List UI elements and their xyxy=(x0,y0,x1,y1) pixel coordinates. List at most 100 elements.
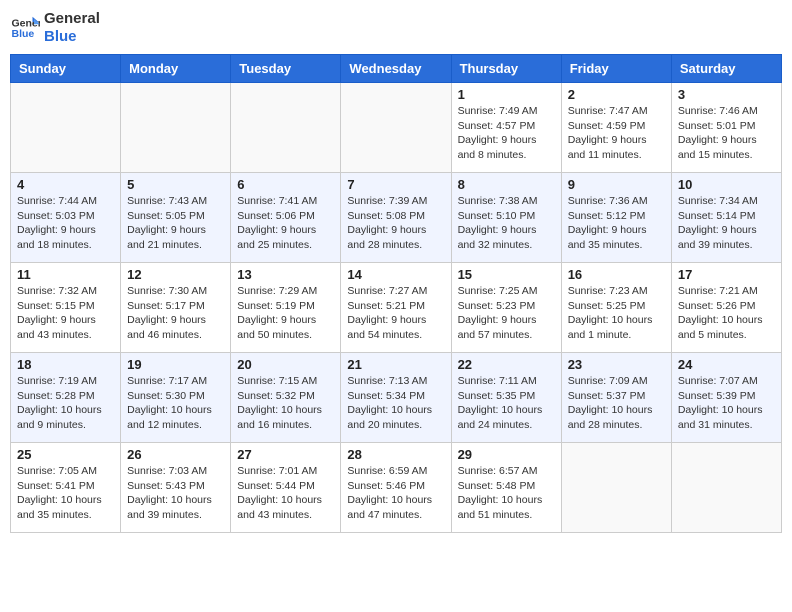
day-number: 5 xyxy=(127,177,224,192)
cell-info: Sunrise: 7:38 AM Sunset: 5:10 PM Dayligh… xyxy=(458,194,555,253)
cell-info: Sunrise: 7:34 AM Sunset: 5:14 PM Dayligh… xyxy=(678,194,775,253)
cell-info: Sunrise: 7:29 AM Sunset: 5:19 PM Dayligh… xyxy=(237,284,334,343)
cal-cell: 3 Sunrise: 7:46 AM Sunset: 5:01 PM Daylig… xyxy=(671,83,781,173)
day-header-saturday: Saturday xyxy=(671,55,781,83)
cal-cell: 1Sunrise: 7:49 AM Sunset: 4:57 PM Daylig… xyxy=(451,83,561,173)
day-number: 11 xyxy=(17,267,114,282)
cal-cell: 28 Sunrise: 6:59 AM Sunset: 5:46 PM Dayli… xyxy=(341,443,451,533)
cal-cell xyxy=(11,83,121,173)
cal-cell xyxy=(121,83,231,173)
cal-cell: 4Sunrise: 7:44 AM Sunset: 5:03 PM Daylig… xyxy=(11,173,121,263)
cell-info: Sunrise: 7:23 AM Sunset: 5:25 PM Dayligh… xyxy=(568,284,665,343)
day-number: 23 xyxy=(568,357,665,372)
cal-cell: 9Sunrise: 7:36 AM Sunset: 5:12 PM Daylig… xyxy=(561,173,671,263)
day-number: 22 xyxy=(458,357,555,372)
day-header-monday: Monday xyxy=(121,55,231,83)
cal-cell: 26Sunrise: 7:03 AM Sunset: 5:43 PM Dayli… xyxy=(121,443,231,533)
cal-cell: 22 Sunrise: 7:11 AM Sunset: 5:35 PM Dayli… xyxy=(451,353,561,443)
day-number: 10 xyxy=(678,177,775,192)
day-number: 19 xyxy=(127,357,224,372)
cal-cell: 21 Sunrise: 7:13 AM Sunset: 5:34 PM Dayli… xyxy=(341,353,451,443)
cal-cell: 8 Sunrise: 7:38 AM Sunset: 5:10 PM Daylig… xyxy=(451,173,561,263)
cell-info: Sunrise: 7:07 AM Sunset: 5:39 PM Dayligh… xyxy=(678,374,775,433)
week-row-1: 1Sunrise: 7:49 AM Sunset: 4:57 PM Daylig… xyxy=(11,83,782,173)
cell-info: Sunrise: 7:09 AM Sunset: 5:37 PM Dayligh… xyxy=(568,374,665,433)
week-row-2: 4Sunrise: 7:44 AM Sunset: 5:03 PM Daylig… xyxy=(11,173,782,263)
cell-info: Sunrise: 7:30 AM Sunset: 5:17 PM Dayligh… xyxy=(127,284,224,343)
cal-cell: 15 Sunrise: 7:25 AM Sunset: 5:23 PM Dayli… xyxy=(451,263,561,353)
logo: General Blue General Blue xyxy=(10,10,100,46)
cal-cell xyxy=(671,443,781,533)
cell-info: Sunrise: 7:49 AM Sunset: 4:57 PM Dayligh… xyxy=(458,104,555,163)
cell-info: Sunrise: 7:01 AM Sunset: 5:44 PM Dayligh… xyxy=(237,464,334,523)
cal-cell xyxy=(561,443,671,533)
cell-info: Sunrise: 6:57 AM Sunset: 5:48 PM Dayligh… xyxy=(458,464,555,523)
svg-text:Blue: Blue xyxy=(12,28,35,40)
cal-cell: 16 Sunrise: 7:23 AM Sunset: 5:25 PM Dayli… xyxy=(561,263,671,353)
cal-cell: 24 Sunrise: 7:07 AM Sunset: 5:39 PM Dayli… xyxy=(671,353,781,443)
day-header-friday: Friday xyxy=(561,55,671,83)
cal-cell: 20 Sunrise: 7:15 AM Sunset: 5:32 PM Dayli… xyxy=(231,353,341,443)
cal-cell: 2Sunrise: 7:47 AM Sunset: 4:59 PM Daylig… xyxy=(561,83,671,173)
day-number: 7 xyxy=(347,177,444,192)
cal-cell: 11 Sunrise: 7:32 AM Sunset: 5:15 PM Dayli… xyxy=(11,263,121,353)
cal-cell: 19 Sunrise: 7:17 AM Sunset: 5:30 PM Dayli… xyxy=(121,353,231,443)
day-number: 25 xyxy=(17,447,114,462)
cell-info: Sunrise: 7:17 AM Sunset: 5:30 PM Dayligh… xyxy=(127,374,224,433)
cal-cell: 12 Sunrise: 7:30 AM Sunset: 5:17 PM Dayli… xyxy=(121,263,231,353)
week-row-3: 11 Sunrise: 7:32 AM Sunset: 5:15 PM Dayli… xyxy=(11,263,782,353)
cal-cell: 6 Sunrise: 7:41 AM Sunset: 5:06 PM Daylig… xyxy=(231,173,341,263)
cell-info: Sunrise: 7:46 AM Sunset: 5:01 PM Dayligh… xyxy=(678,104,775,163)
day-number: 3 xyxy=(678,87,775,102)
day-number: 12 xyxy=(127,267,224,282)
day-number: 6 xyxy=(237,177,334,192)
cell-info: Sunrise: 7:39 AM Sunset: 5:08 PM Dayligh… xyxy=(347,194,444,253)
cell-info: Sunrise: 7:19 AM Sunset: 5:28 PM Dayligh… xyxy=(17,374,114,433)
day-number: 18 xyxy=(17,357,114,372)
cal-cell: 29 Sunrise: 6:57 AM Sunset: 5:48 PM Dayli… xyxy=(451,443,561,533)
day-number: 24 xyxy=(678,357,775,372)
cell-info: Sunrise: 7:44 AM Sunset: 5:03 PM Dayligh… xyxy=(17,194,114,253)
cal-cell: 27 Sunrise: 7:01 AM Sunset: 5:44 PM Dayli… xyxy=(231,443,341,533)
day-number: 17 xyxy=(678,267,775,282)
cell-info: Sunrise: 7:41 AM Sunset: 5:06 PM Dayligh… xyxy=(237,194,334,253)
day-number: 14 xyxy=(347,267,444,282)
cell-info: Sunrise: 6:59 AM Sunset: 5:46 PM Dayligh… xyxy=(347,464,444,523)
cal-cell: 7 Sunrise: 7:39 AM Sunset: 5:08 PM Daylig… xyxy=(341,173,451,263)
cal-cell: 10 Sunrise: 7:34 AM Sunset: 5:14 PM Dayli… xyxy=(671,173,781,263)
calendar-table: SundayMondayTuesdayWednesdayThursdayFrid… xyxy=(10,54,782,533)
cell-info: Sunrise: 7:25 AM Sunset: 5:23 PM Dayligh… xyxy=(458,284,555,343)
cell-info: Sunrise: 7:05 AM Sunset: 5:41 PM Dayligh… xyxy=(17,464,114,523)
day-number: 13 xyxy=(237,267,334,282)
day-number: 15 xyxy=(458,267,555,282)
cal-cell: 14 Sunrise: 7:27 AM Sunset: 5:21 PM Dayli… xyxy=(341,263,451,353)
day-header-sunday: Sunday xyxy=(11,55,121,83)
page-header: General Blue General Blue xyxy=(10,10,782,46)
cal-cell xyxy=(341,83,451,173)
day-number: 29 xyxy=(458,447,555,462)
day-number: 28 xyxy=(347,447,444,462)
day-number: 27 xyxy=(237,447,334,462)
cell-info: Sunrise: 7:32 AM Sunset: 5:15 PM Dayligh… xyxy=(17,284,114,343)
logo-icon: General Blue xyxy=(10,13,40,43)
day-number: 21 xyxy=(347,357,444,372)
cell-info: Sunrise: 7:15 AM Sunset: 5:32 PM Dayligh… xyxy=(237,374,334,433)
day-number: 8 xyxy=(458,177,555,192)
cal-cell: 23 Sunrise: 7:09 AM Sunset: 5:37 PM Dayli… xyxy=(561,353,671,443)
day-header-thursday: Thursday xyxy=(451,55,561,83)
cell-info: Sunrise: 7:43 AM Sunset: 5:05 PM Dayligh… xyxy=(127,194,224,253)
days-header-row: SundayMondayTuesdayWednesdayThursdayFrid… xyxy=(11,55,782,83)
cell-info: Sunrise: 7:13 AM Sunset: 5:34 PM Dayligh… xyxy=(347,374,444,433)
logo-line1: General xyxy=(44,10,100,28)
day-number: 20 xyxy=(237,357,334,372)
logo-line2: Blue xyxy=(44,28,100,46)
day-number: 9 xyxy=(568,177,665,192)
day-number: 16 xyxy=(568,267,665,282)
day-header-wednesday: Wednesday xyxy=(341,55,451,83)
cell-info: Sunrise: 7:47 AM Sunset: 4:59 PM Dayligh… xyxy=(568,104,665,163)
cal-cell xyxy=(231,83,341,173)
cell-info: Sunrise: 7:11 AM Sunset: 5:35 PM Dayligh… xyxy=(458,374,555,433)
cell-info: Sunrise: 7:03 AM Sunset: 5:43 PM Dayligh… xyxy=(127,464,224,523)
cell-info: Sunrise: 7:27 AM Sunset: 5:21 PM Dayligh… xyxy=(347,284,444,343)
day-header-tuesday: Tuesday xyxy=(231,55,341,83)
